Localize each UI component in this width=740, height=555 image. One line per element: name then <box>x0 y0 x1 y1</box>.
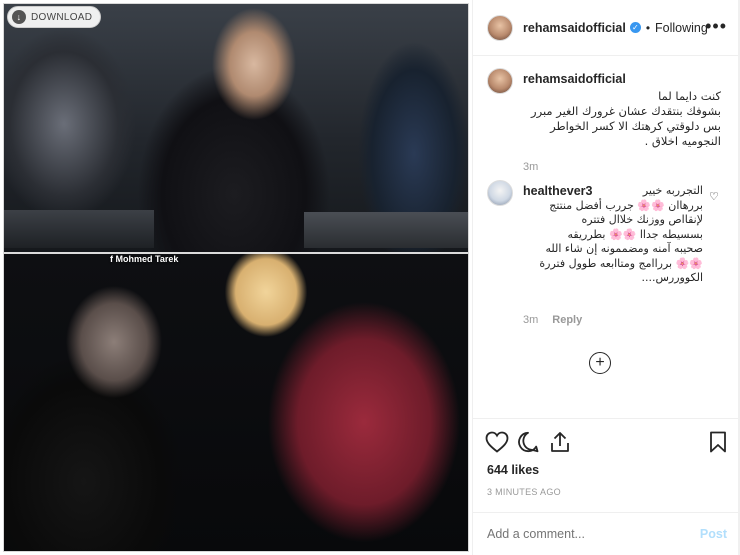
comment-icon[interactable] <box>517 431 539 458</box>
caption-avatar[interactable] <box>487 68 513 94</box>
comment-meta: 3m Reply <box>523 314 582 326</box>
photo-stage-equipment <box>304 212 468 248</box>
comment-text: التجرربه خيير بررهاان 🌸🌸 جررب أفضل منتتج… <box>539 184 703 284</box>
post-sidebar: rehamsaidofficial ✓ • Following ••• reha… <box>472 0 740 555</box>
header-separator: • <box>645 20 651 35</box>
header-username[interactable]: rehamsaidofficial <box>523 21 626 35</box>
post-comment-button[interactable]: Post <box>700 527 727 541</box>
following-button[interactable]: Following <box>655 21 708 35</box>
bookmark-icon[interactable] <box>709 431 727 458</box>
download-icon: ↓ <box>12 10 26 24</box>
comment-timestamp[interactable]: 3m <box>523 314 538 326</box>
photo-concert-fan <box>4 252 468 551</box>
add-comment-bar: Post <box>473 512 740 555</box>
share-icon[interactable] <box>549 431 571 458</box>
avatar[interactable] <box>487 14 513 41</box>
post-image-frame[interactable]: f Mohmed Tarek <box>3 3 469 552</box>
plus-circle-icon[interactable]: + <box>589 352 611 374</box>
photo-divider <box>4 252 468 254</box>
photo-concert-singer <box>4 4 468 252</box>
verified-badge-icon: ✓ <box>629 22 641 33</box>
comment-avatar[interactable] <box>487 180 513 206</box>
comment-like-heart-icon[interactable]: ♡ <box>709 190 719 203</box>
post-header: rehamsaidofficial ✓ • Following ••• <box>473 0 740 56</box>
heart-icon[interactable] <box>485 431 509 458</box>
post-timestamp[interactable]: 3 MINUTES AGO <box>487 487 561 497</box>
more-options-icon[interactable]: ••• <box>705 16 727 37</box>
caption-username[interactable]: rehamsaidofficial <box>523 72 626 86</box>
reply-button[interactable]: Reply <box>552 314 582 326</box>
post-media: f Mohmed Tarek ↓ DOWNLOAD <box>0 0 472 555</box>
photo-credit: f Mohmed Tarek <box>110 254 179 264</box>
action-bar <box>473 418 740 466</box>
download-button[interactable]: ↓ DOWNLOAD <box>7 6 102 28</box>
caption-text: كنت دايما لما بشوفك بنتقدك عشان غرورك ال… <box>531 89 721 148</box>
photo-keyboard-area <box>4 210 154 248</box>
caption-timestamp[interactable]: 3m <box>523 161 538 173</box>
comment-input[interactable] <box>487 527 700 541</box>
download-label: DOWNLOAD <box>31 11 93 23</box>
likes-count[interactable]: 644 likes <box>487 463 539 477</box>
